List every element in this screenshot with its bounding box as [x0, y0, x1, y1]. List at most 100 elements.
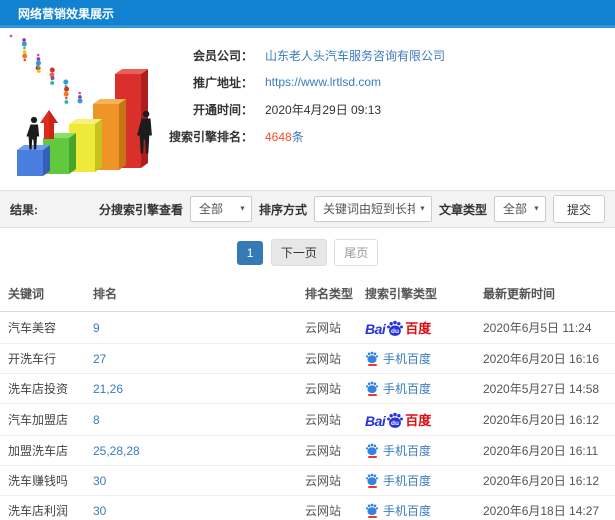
svg-text:du: du: [391, 420, 399, 427]
confetti-dots: [9, 34, 83, 104]
rank-cell: 9: [88, 311, 300, 344]
mobile-baidu-underline: [367, 486, 377, 488]
header-rank-type: 排名类型: [300, 276, 360, 312]
url-label: 推广地址：: [192, 75, 253, 90]
article-type-label: 文章类型: [438, 202, 487, 217]
table-header-row: 关键词 排名 排名类型 搜索引擎类型 最新更新时间: [0, 276, 615, 312]
rank-type-cell: 云网站: [300, 435, 360, 466]
mobile-baidu-logo-icon: 手机百度: [365, 380, 431, 397]
sort-select[interactable]: 关键词由短到长排序: [313, 196, 432, 222]
info-row-company: 会员公司： 山东老人头汽车服务咨询有限公司: [160, 42, 605, 68]
keyword-cell: 洗车赚钱吗: [0, 465, 88, 496]
paw-icon: [365, 381, 379, 394]
engine-filter-label: 分搜索引擎查看: [98, 202, 183, 217]
rank-link[interactable]: 25,28,28: [93, 444, 140, 458]
page-1-button[interactable]: 1: [236, 241, 264, 265]
mobile-baidu-paw-icon: [365, 381, 379, 396]
bar-chart-illustration: [8, 34, 160, 186]
rank-type-cell: 云网站: [300, 343, 360, 374]
paw-icon: [365, 351, 379, 364]
mobile-baidu-underline: [367, 364, 377, 366]
engine-cell: 手机百度: [360, 495, 478, 520]
updated-time-cell: 2020年6月20日 16:12: [478, 465, 615, 496]
bar-blue: [17, 145, 50, 176]
engine-filter-select-wrap: 全部: [189, 196, 252, 222]
engine-cell: Bai du 百度: [360, 311, 478, 344]
paw-icon: du: [387, 320, 404, 336]
info-row-url: 推广地址： https://www.lrtlsd.com: [160, 69, 605, 95]
header-updated: 最新更新时间: [478, 276, 615, 312]
header-rank: 排名: [88, 276, 300, 312]
rank-link[interactable]: 21,26: [93, 382, 123, 396]
svg-text:du: du: [391, 328, 399, 335]
baidu-bai-text: Bai: [365, 321, 386, 337]
page-header: 网络营销效果展示: [0, 0, 615, 28]
engine-filter-select[interactable]: 全部: [189, 196, 252, 222]
table-row: 汽车美容 9 云网站 Bai du 百度 2020年6月5日 11:24: [0, 311, 615, 344]
rank-cell: 30: [88, 495, 300, 520]
header-engine-type: 搜索引擎类型: [360, 276, 478, 312]
next-page-button[interactable]: 下一页: [270, 239, 327, 266]
person-left: [26, 116, 40, 150]
company-label: 会员公司：: [192, 48, 253, 63]
growth-chart-image: [9, 34, 152, 176]
baidu-logo-icon: Bai du 百度: [365, 410, 431, 429]
rank-type-cell: 云网站: [300, 311, 360, 344]
rank-link[interactable]: 30: [93, 474, 106, 488]
company-link[interactable]: 山东老人头汽车服务咨询有限公司: [265, 47, 445, 64]
mobile-baidu-paw-icon: [365, 503, 379, 518]
updated-time-cell: 2020年6月20日 16:16: [478, 343, 615, 374]
engine-cell: 手机百度: [360, 435, 478, 466]
pagination: 1 下一页 尾页: [0, 228, 615, 276]
mobile-baidu-underline: [367, 516, 377, 518]
rank-cell: 8: [88, 403, 300, 436]
rank-link[interactable]: 30: [93, 504, 106, 518]
rank-type-cell: 云网站: [300, 495, 360, 520]
mobile-baidu-logo-icon: 手机百度: [365, 442, 431, 459]
mobile-baidu-paw-icon: [365, 351, 379, 366]
table-row: 加盟洗车店 25,28,28 云网站 手机百度 2020年6月20日 16:11: [0, 435, 615, 466]
result-label: 结果:: [10, 202, 38, 217]
mobile-baidu-label: 手机百度: [383, 444, 432, 458]
engine-cell: 手机百度: [360, 465, 478, 496]
open-time-label: 开通时间：: [192, 102, 253, 117]
mobile-baidu-underline: [367, 394, 377, 396]
engine-cell: Bai du 百度: [360, 403, 478, 436]
paw-icon: du: [387, 412, 404, 428]
rank-cell: 21,26: [88, 373, 300, 404]
rank-link[interactable]: 8: [93, 413, 100, 427]
updated-time-cell: 2020年5月27日 14:58: [478, 373, 615, 404]
mobile-baidu-paw-icon: [365, 443, 379, 458]
rank-link[interactable]: 27: [93, 352, 106, 366]
updated-time-cell: 2020年6月5日 11:24: [478, 311, 615, 344]
sort-label: 排序方式: [258, 202, 307, 217]
submit-button[interactable]: 提交: [552, 195, 605, 223]
summary-section: 会员公司： 山东老人头汽车服务咨询有限公司 推广地址： https://www.…: [0, 28, 615, 190]
article-type-select[interactable]: 全部: [493, 196, 546, 222]
header-keyword: 关键词: [0, 276, 88, 312]
baidu-hanzi-text: 百度: [405, 413, 432, 428]
member-info: 会员公司： 山东老人头汽车服务咨询有限公司 推广地址： https://www.…: [160, 34, 605, 186]
last-page-button[interactable]: 尾页: [334, 239, 379, 266]
results-table: 关键词 排名 排名类型 搜索引擎类型 最新更新时间 汽车美容 9 云网站 Bai du…: [0, 276, 615, 520]
mobile-baidu-label: 手机百度: [383, 504, 432, 518]
promotion-url-link[interactable]: https://www.lrtlsd.com: [265, 75, 381, 89]
rank-type-cell: 云网站: [300, 373, 360, 404]
ranking-count-label: 搜索引擎排名：: [168, 129, 253, 144]
keyword-cell: 汽车美容: [0, 311, 88, 344]
keyword-cell: 开洗车行: [0, 343, 88, 374]
baidu-logo-icon: Bai du 百度: [365, 318, 431, 337]
rank-link[interactable]: 9: [93, 321, 100, 335]
sort-select-wrap: 关键词由短到长排序: [313, 196, 432, 222]
keyword-cell: 加盟洗车店: [0, 435, 88, 466]
table-row: 汽车加盟店 8 云网站 Bai du 百度 2020年6月20日 16:12: [0, 403, 615, 436]
filter-bar: 结果: 分搜索引擎查看 全部 排序方式 关键词由短到长排序 文章类型 全部 提交: [0, 190, 615, 228]
mobile-baidu-paw-icon: [365, 473, 379, 488]
ranking-count-value: 4648条: [265, 128, 304, 145]
paw-icon: [365, 443, 379, 456]
engine-cell: 手机百度: [360, 343, 478, 374]
mobile-baidu-label: 手机百度: [383, 382, 432, 396]
table-row: 洗车赚钱吗 30 云网站 手机百度 2020年6月20日 16:12: [0, 465, 615, 496]
baidu-hanzi-text: 百度: [405, 321, 432, 336]
info-row-ranking-count: 搜索引擎排名： 4648条: [160, 123, 605, 149]
